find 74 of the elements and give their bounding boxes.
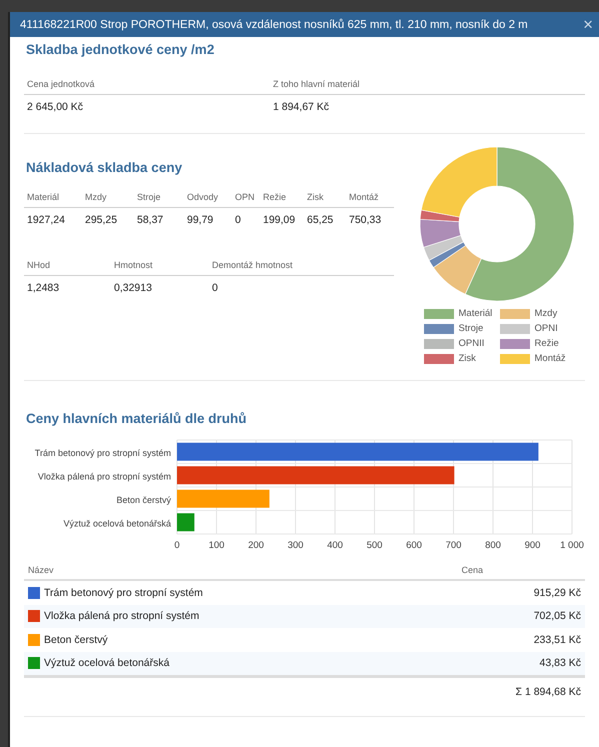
- column-header: Cena: [461, 565, 483, 575]
- table-cell-text: 0: [235, 214, 242, 226]
- legend-swatch: [424, 324, 454, 334]
- section-title: Skladba jednotkové ceny /m2: [26, 42, 216, 57]
- table-cell: Vložka pálená pro stropní systém: [44, 610, 200, 622]
- table-cell: 233,51 Kč: [534, 634, 581, 646]
- table-cell-text: 2 645,00 Kč: [27, 101, 84, 113]
- table-cell-text: 1927,24: [27, 214, 66, 226]
- axis-tick-label: 900: [524, 540, 540, 551]
- column-header: Materiál: [27, 192, 60, 202]
- table-cell-text: 199,09: [263, 214, 296, 226]
- table-cell-text: 1 894,67 Kč: [273, 101, 330, 113]
- axis-tick-label: 300: [288, 540, 304, 551]
- column-header: Název: [28, 565, 54, 575]
- axis-tick-label: 0: [174, 540, 180, 551]
- category-label: Beton čerstvý: [116, 494, 171, 505]
- table-cell-text: 99,79: [187, 214, 214, 226]
- table-cell-text: 65,25: [307, 214, 334, 226]
- axis-tick-label: 700: [446, 540, 462, 551]
- legend-label: Stroje: [458, 323, 484, 334]
- table-cell-text: 0: [212, 282, 219, 294]
- legend-swatch: [424, 338, 454, 348]
- section-title: Nákladová skladba ceny: [26, 160, 184, 175]
- column-header: Z toho hlavní materiál: [273, 79, 361, 89]
- column-header: Odvody: [187, 192, 220, 202]
- legend-label: Montáž: [534, 353, 566, 364]
- table-cell: Výztuž ocelová betonářská: [44, 657, 170, 670]
- section-title: Ceny hlavních materiálů dle druhů: [26, 411, 248, 426]
- legend-swatch: [500, 324, 530, 334]
- table-cell: 915,29 Kč: [534, 586, 581, 599]
- column-header: Demontáž hmotnost: [212, 260, 294, 270]
- category-label: Trám betonový pro stropní systém: [34, 448, 171, 458]
- close-button[interactable]: ×: [577, 14, 599, 34]
- column-header: Montáž: [349, 192, 380, 202]
- table-cell: 702,05 Kč: [534, 610, 581, 622]
- table-cell: Trám betonový pro stropní systém: [44, 586, 203, 599]
- column-header: Stroje: [137, 192, 162, 202]
- table-cell-text: 0,32913: [114, 282, 153, 294]
- table-cell-text: 295,25: [85, 214, 118, 226]
- legend-swatch: [500, 354, 530, 364]
- axis-tick-label: 400: [327, 540, 343, 551]
- axis-tick-label: 500: [366, 540, 382, 551]
- column-header: OPN: [235, 192, 256, 202]
- bar: [177, 513, 194, 532]
- table-cell: Beton čerstvý: [44, 634, 108, 646]
- window-title: 411168221R00 Strop POROTHERM, osová vzdálenost nosníků 625 mm, tl. 210 mm, nosník do 2 m: [20, 18, 528, 30]
- table-cell-text: 1,2483: [27, 282, 60, 294]
- legend-label: Zisk: [458, 353, 476, 364]
- total-value: Σ 1 894,68 Kč: [516, 686, 581, 698]
- category-label: Vložka pálená pro stropní systém: [38, 471, 171, 482]
- category-label: Výztuž ocelová betonářská: [63, 518, 171, 528]
- axis-tick-label: 200: [248, 540, 264, 551]
- axis-tick-label: 1 000: [560, 540, 584, 551]
- column-header: Hmotnost: [114, 260, 154, 270]
- legend-label: Režie: [534, 338, 559, 349]
- legend-swatch: [500, 338, 530, 348]
- column-header: Cena jednotková: [27, 79, 96, 89]
- legend-swatch: [500, 308, 530, 318]
- legend-swatch: [424, 354, 454, 364]
- table-cell-text: 750,33: [349, 214, 382, 226]
- legend-label: Mzdy: [534, 308, 558, 319]
- axis-tick-label: 800: [485, 540, 501, 551]
- legend-swatch: [424, 308, 454, 318]
- column-header: Zisk: [307, 192, 324, 202]
- column-header: Režie: [263, 192, 288, 202]
- legend-label: OPNI: [534, 323, 558, 334]
- axis-tick-label: 600: [406, 540, 422, 551]
- axis-tick-label: 100: [208, 540, 224, 551]
- table-cell-text: 58,37: [137, 214, 164, 226]
- table-cell: 43,83 Kč: [540, 657, 581, 670]
- legend-label: Materiál: [458, 308, 492, 319]
- column-header: NHod: [27, 260, 52, 270]
- legend-label: OPNII: [458, 338, 484, 349]
- column-header: Mzdy: [85, 192, 108, 202]
